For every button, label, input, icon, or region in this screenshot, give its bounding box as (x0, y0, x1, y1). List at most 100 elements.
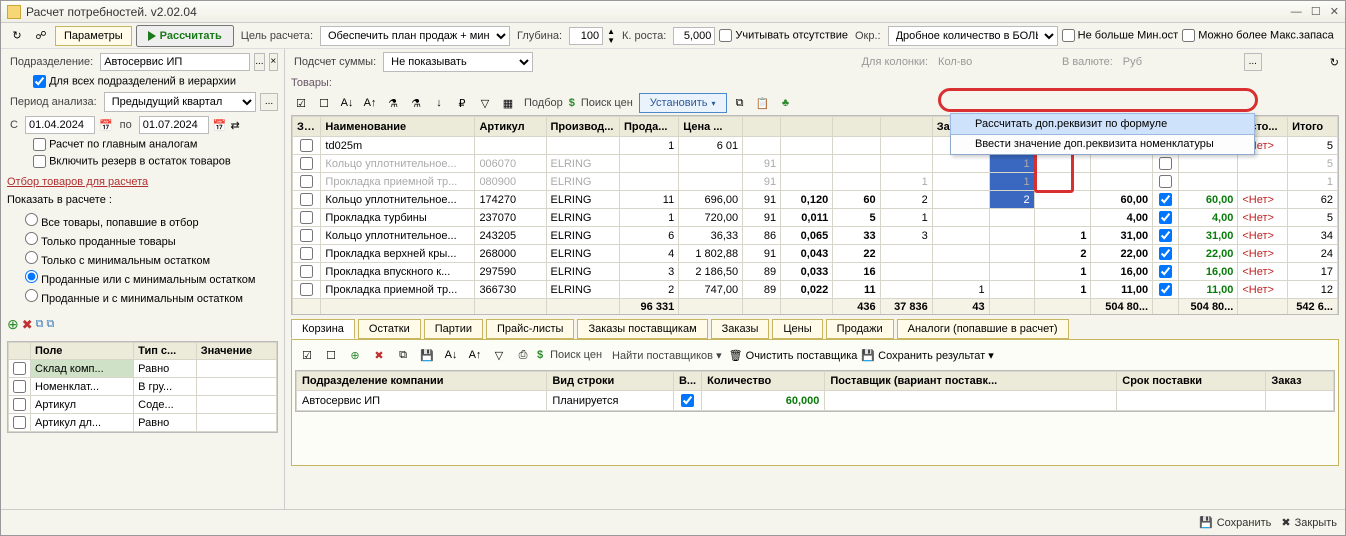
table-row[interactable]: Кольцо уплотнительное...006070ELRING9115 (293, 155, 1338, 173)
uncheckall-icon[interactable]: ☐ (314, 93, 334, 113)
tree-icon[interactable]: ♣ (776, 93, 796, 113)
radio-min[interactable]: Только с минимальным остатком (25, 251, 278, 267)
play-icon (148, 31, 156, 41)
c-check-icon[interactable]: ☑ (297, 345, 317, 365)
del-filter-icon[interactable]: ✖ (22, 317, 33, 333)
c-sort-icon[interactable]: A↓ (441, 345, 461, 365)
paste-icon[interactable]: 📋 (753, 93, 773, 113)
add-filter-icon[interactable]: ⊕ (7, 316, 19, 333)
tab-ostatki[interactable]: Остатки (358, 319, 421, 339)
date-from[interactable] (25, 116, 95, 134)
calculate-button[interactable]: Рассчитать (136, 25, 234, 47)
okr-select[interactable]: Дробное количество в БОЛЬШУ (888, 26, 1058, 46)
period-select[interactable]: Предыдущий квартал (104, 92, 256, 112)
currency-icon[interactable]: ₽ (452, 93, 472, 113)
radio-sold-and-min[interactable]: Проданные и с минимальным остатком (25, 289, 278, 305)
all-depts-check[interactable]: Для всех подразделений в иерархии (33, 75, 278, 88)
c-filter-icon[interactable]: ▽ (489, 345, 509, 365)
orgtree-icon[interactable]: ☍ (31, 26, 51, 46)
depth-input[interactable] (569, 27, 603, 45)
c-find-btn[interactable]: Найти поставщиков ▾ (612, 349, 722, 362)
curr-input (1120, 54, 1240, 70)
copy-icon[interactable]: ⧉ (730, 93, 750, 113)
c-copy-icon[interactable]: ⧉ (393, 345, 413, 365)
params-tab[interactable]: Параметры (55, 26, 132, 46)
radio-sold[interactable]: Только проданные товары (25, 232, 278, 248)
podbor-btn[interactable]: Подбор (524, 97, 563, 109)
menu-enter-value[interactable]: Ввести значение доп.реквизита номенклату… (951, 134, 1254, 154)
filter-icon[interactable]: ⚗ (383, 93, 403, 113)
close-button[interactable]: ✖ Закрыть (1281, 516, 1337, 529)
sort-asc-icon[interactable]: A↓ (337, 93, 357, 113)
show-title: Показать в расчете : (7, 194, 278, 206)
funnel-icon[interactable]: ▽ (475, 93, 495, 113)
no-more-min-check[interactable]: Не больше Мин.ост (1062, 29, 1179, 42)
tab-ceny[interactable]: Цены (772, 319, 822, 339)
maximize-btn[interactable]: ☐ (1311, 6, 1321, 18)
app-icon (7, 5, 21, 19)
date-to[interactable] (139, 116, 209, 134)
tab-zakazy[interactable]: Заказы (711, 319, 770, 339)
growth-input[interactable] (673, 27, 715, 45)
curr-pick[interactable]: ... (1244, 53, 1262, 71)
save-button[interactable]: 💾 Сохранить (1199, 516, 1271, 529)
sum-select[interactable]: Не показывать (383, 52, 533, 72)
cart-row[interactable]: Автосервис ИППланируется 60,000 (297, 391, 1334, 411)
tab-zakpost[interactable]: Заказы поставщикам (577, 319, 707, 339)
tab-korzina[interactable]: Корзина (291, 319, 355, 339)
by-main-check[interactable]: Расчет по главным аналогам (33, 138, 278, 151)
highlight-circle (938, 88, 1258, 112)
table-row[interactable]: Прокладка верхней кры...268000ELRING41 8… (293, 245, 1338, 263)
refresh-icon[interactable]: ↻ (7, 26, 27, 46)
sort-desc-icon[interactable]: A↑ (360, 93, 380, 113)
period-pick-btn[interactable]: ... (260, 93, 278, 111)
tab-analogi[interactable]: Аналоги (попавшие в расчет) (897, 319, 1069, 339)
minimize-btn[interactable]: — (1291, 6, 1302, 18)
goal-select[interactable]: Обеспечить план продаж + мин.о (320, 26, 510, 46)
tab-prodazhi[interactable]: Продажи (826, 319, 894, 339)
copy2-filter-icon[interactable]: ⧉ (47, 318, 55, 331)
c-save-icon[interactable]: 💾 (417, 345, 437, 365)
can-more-max-check[interactable]: Можно более Макс.запаса (1182, 29, 1334, 42)
table-row[interactable]: Прокладка турбины237070ELRING1720,00910,… (293, 209, 1338, 227)
table-row[interactable]: Кольцо уплотнительное...174270ELRING1169… (293, 191, 1338, 209)
c-clear-btn[interactable]: 🗑 Очистить поставщика (729, 349, 858, 362)
filter2-icon[interactable]: ⚗ (406, 93, 426, 113)
grid-icon[interactable]: ▦ (498, 93, 518, 113)
dept-input[interactable] (100, 53, 250, 71)
cal-to-icon[interactable]: 📅 (213, 119, 227, 132)
c-add-icon[interactable]: ⊕ (345, 345, 365, 365)
refresh2-icon[interactable]: ↻ (1330, 56, 1339, 69)
close-btn[interactable]: ✕ (1330, 6, 1339, 18)
cal-from-icon[interactable]: 📅 (99, 119, 113, 132)
consider-absence-check[interactable]: Учитывать отсутствие (719, 29, 848, 42)
depth-label: Глубина: (517, 30, 562, 42)
radio-sold-or-min[interactable]: Проданные или с минимальным остатком (25, 270, 278, 286)
dept-pick-btn[interactable]: ... (254, 53, 264, 71)
table-row[interactable]: Прокладка приемной тр...080900ELRING9111… (293, 173, 1338, 191)
c-print-icon[interactable]: ⎙ (513, 345, 533, 365)
filter-title: Отбор товаров для расчета (7, 176, 278, 188)
menu-calc-formula[interactable]: Рассчитать доп.реквизит по формуле (950, 113, 1255, 135)
tab-partii[interactable]: Партии (424, 319, 483, 339)
poisk-btn[interactable]: Поиск цен (581, 97, 633, 109)
growth-label: К. роста: (622, 30, 666, 42)
incl-reserve-check[interactable]: Включить резерв в остаток товаров (33, 155, 278, 168)
spinner-icon[interactable]: ▲▼ (607, 27, 615, 45)
c-uncheck-icon[interactable]: ☐ (321, 345, 341, 365)
dept-clear-btn[interactable]: × (269, 53, 278, 71)
c-del-icon[interactable]: ✖ (369, 345, 389, 365)
radio-all[interactable]: Все товары, попавшие в отбор (25, 213, 278, 229)
tab-price[interactable]: Прайс-листы (486, 319, 574, 339)
table-row[interactable]: Прокладка впускного к...297590ELRING32 1… (293, 263, 1338, 281)
c-sort2-icon[interactable]: A↑ (465, 345, 485, 365)
checkall-icon[interactable]: ☑ (291, 93, 311, 113)
c-poisk-btn[interactable]: Поиск цен (550, 349, 602, 361)
period-arrows-icon[interactable]: ⇄ (230, 119, 239, 132)
table-row[interactable]: Прокладка приемной тр...366730ELRING2747… (293, 281, 1338, 299)
install-dropdown[interactable]: Установить▾ (639, 93, 727, 113)
table-row[interactable]: Кольцо уплотнительное...243205ELRING636,… (293, 227, 1338, 245)
arrow-down-icon[interactable]: ↓ (429, 93, 449, 113)
copy-filter-icon[interactable]: ⧉ (36, 318, 44, 331)
c-save-btn[interactable]: 💾 Сохранить результат ▾ (861, 349, 993, 362)
